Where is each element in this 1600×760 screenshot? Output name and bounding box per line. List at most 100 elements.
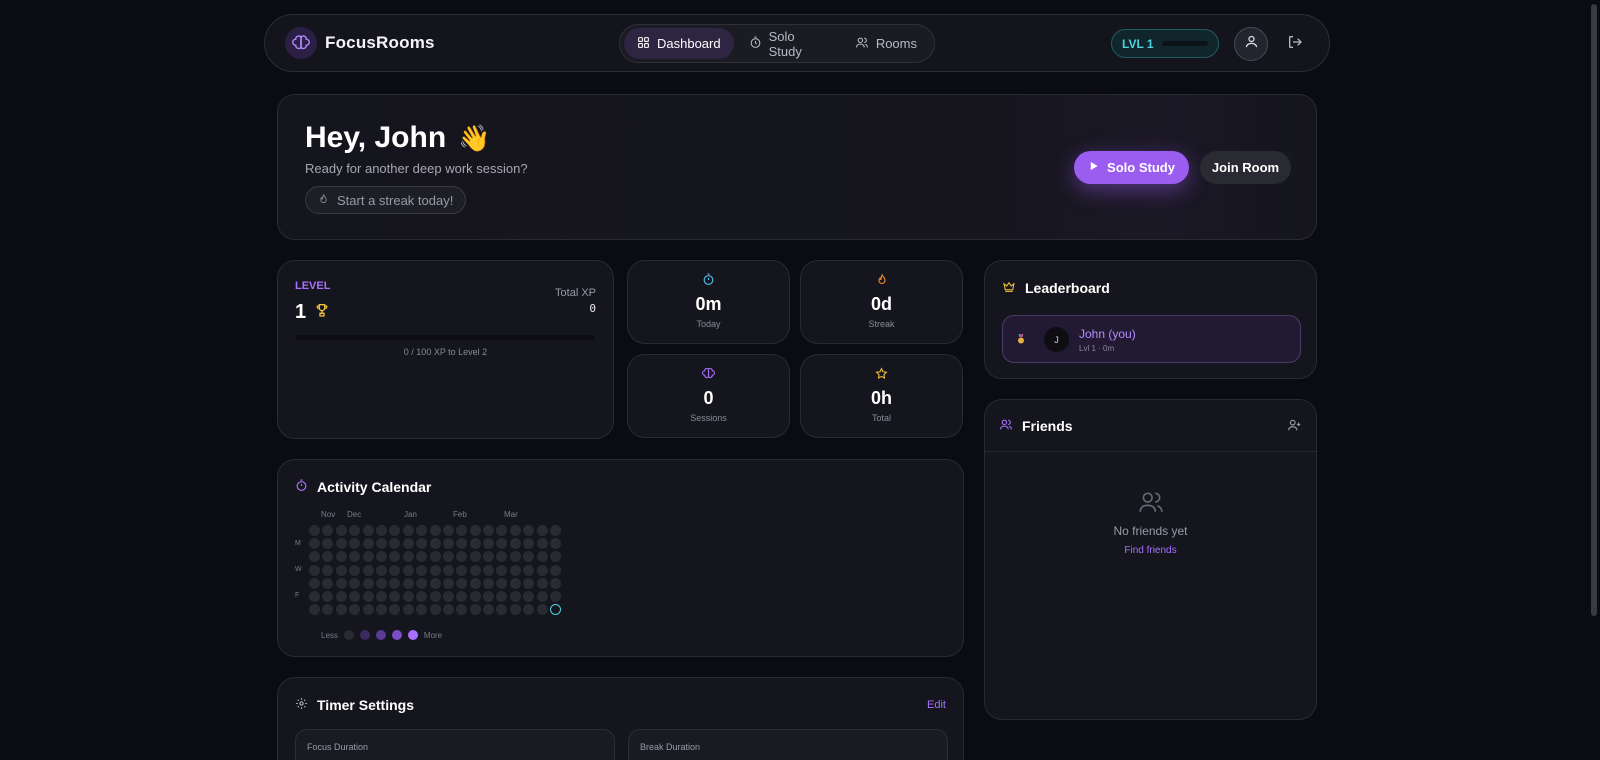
calendar-day-cell[interactable] bbox=[322, 551, 334, 563]
calendar-day-cell[interactable] bbox=[362, 538, 374, 550]
calendar-day-cell[interactable] bbox=[349, 564, 361, 576]
calendar-day-cell[interactable] bbox=[496, 564, 508, 576]
calendar-day-cell[interactable] bbox=[550, 538, 562, 550]
calendar-day-cell[interactable] bbox=[523, 525, 535, 536]
edit-timer-link[interactable]: Edit bbox=[927, 699, 946, 711]
calendar-day-cell[interactable] bbox=[322, 577, 334, 589]
calendar-day-cell[interactable] bbox=[429, 538, 441, 550]
calendar-day-cell[interactable] bbox=[349, 551, 361, 563]
calendar-day-cell[interactable] bbox=[509, 551, 521, 563]
calendar-day-cell[interactable] bbox=[496, 604, 508, 616]
calendar-day-cell[interactable] bbox=[523, 577, 535, 589]
calendar-day-cell[interactable] bbox=[389, 525, 401, 536]
calendar-day-cell[interactable] bbox=[429, 577, 441, 589]
calendar-day-cell[interactable] bbox=[375, 538, 387, 550]
calendar-day-cell[interactable] bbox=[349, 604, 361, 616]
calendar-day-cell[interactable] bbox=[309, 525, 320, 536]
calendar-day-cell[interactable] bbox=[375, 525, 387, 536]
calendar-day-cell[interactable] bbox=[536, 551, 548, 563]
calendar-day-cell[interactable] bbox=[429, 525, 441, 536]
calendar-day-cell[interactable] bbox=[456, 564, 468, 576]
calendar-day-cell[interactable] bbox=[483, 577, 495, 589]
calendar-day-cell[interactable] bbox=[469, 577, 481, 589]
calendar-day-cell[interactable] bbox=[456, 551, 468, 563]
calendar-day-cell[interactable] bbox=[389, 577, 401, 589]
calendar-day-cell[interactable] bbox=[362, 577, 374, 589]
calendar-day-cell[interactable] bbox=[550, 564, 562, 576]
calendar-day-cell[interactable] bbox=[509, 590, 521, 602]
calendar-day-cell[interactable] bbox=[483, 551, 495, 563]
calendar-day-cell[interactable] bbox=[496, 525, 508, 536]
calendar-day-cell[interactable] bbox=[496, 590, 508, 602]
calendar-day-cell[interactable] bbox=[335, 525, 347, 536]
calendar-day-cell[interactable] bbox=[550, 525, 562, 536]
calendar-day-cell[interactable] bbox=[456, 525, 468, 536]
calendar-day-cell[interactable] bbox=[349, 577, 361, 589]
level-badge[interactable]: LVL 1 bbox=[1111, 29, 1219, 58]
calendar-day-cell[interactable] bbox=[523, 564, 535, 576]
calendar-day-cell[interactable] bbox=[389, 604, 401, 616]
tab-dashboard[interactable]: Dashboard bbox=[624, 28, 734, 59]
calendar-day-cell[interactable] bbox=[523, 604, 535, 616]
break-duration-box[interactable]: Break Duration bbox=[628, 729, 948, 760]
calendar-day-cell[interactable] bbox=[536, 538, 548, 550]
tab-rooms[interactable]: Rooms bbox=[842, 28, 930, 59]
calendar-day-cell[interactable] bbox=[456, 577, 468, 589]
calendar-day-cell[interactable] bbox=[429, 564, 441, 576]
calendar-day-cell[interactable] bbox=[309, 577, 320, 589]
calendar-day-cell[interactable] bbox=[442, 551, 454, 563]
calendar-day-cell[interactable] bbox=[402, 590, 414, 602]
calendar-day-cell[interactable] bbox=[416, 564, 428, 576]
calendar-day-cell[interactable] bbox=[536, 577, 548, 589]
calendar-day-cell[interactable] bbox=[509, 538, 521, 550]
calendar-day-cell[interactable] bbox=[309, 564, 320, 576]
calendar-day-cell[interactable] bbox=[349, 525, 361, 536]
calendar-day-cell[interactable] bbox=[335, 551, 347, 563]
calendar-day-cell[interactable] bbox=[429, 551, 441, 563]
calendar-day-cell[interactable] bbox=[349, 590, 361, 602]
solo-study-button[interactable]: Solo Study bbox=[1074, 151, 1189, 184]
calendar-day-cell[interactable] bbox=[536, 590, 548, 602]
focus-duration-box[interactable]: Focus Duration bbox=[295, 729, 615, 760]
calendar-day-cell[interactable] bbox=[362, 564, 374, 576]
calendar-day-cell[interactable] bbox=[362, 590, 374, 602]
calendar-day-cell[interactable] bbox=[416, 604, 428, 616]
calendar-day-cell[interactable] bbox=[442, 604, 454, 616]
calendar-day-cell[interactable] bbox=[509, 604, 521, 616]
calendar-day-cell[interactable] bbox=[550, 590, 562, 602]
calendar-day-cell[interactable] bbox=[483, 604, 495, 616]
calendar-day-cell[interactable] bbox=[389, 538, 401, 550]
calendar-day-cell[interactable] bbox=[483, 564, 495, 576]
calendar-today-cell[interactable] bbox=[550, 604, 562, 616]
calendar-day-cell[interactable] bbox=[402, 551, 414, 563]
calendar-day-cell[interactable] bbox=[469, 551, 481, 563]
calendar-day-cell[interactable] bbox=[389, 564, 401, 576]
profile-button[interactable] bbox=[1234, 27, 1268, 61]
calendar-day-cell[interactable] bbox=[375, 604, 387, 616]
calendar-day-cell[interactable] bbox=[456, 538, 468, 550]
calendar-day-cell[interactable] bbox=[442, 577, 454, 589]
leaderboard-row[interactable]: J John (you) Lvl 1 · 0m bbox=[1002, 315, 1301, 363]
logout-button[interactable] bbox=[1283, 32, 1307, 56]
calendar-day-cell[interactable] bbox=[523, 590, 535, 602]
calendar-day-cell[interactable] bbox=[429, 590, 441, 602]
calendar-day-cell[interactable] bbox=[483, 590, 495, 602]
calendar-day-cell[interactable] bbox=[416, 551, 428, 563]
calendar-day-cell[interactable] bbox=[496, 551, 508, 563]
calendar-day-cell[interactable] bbox=[362, 551, 374, 563]
calendar-day-cell[interactable] bbox=[550, 551, 562, 563]
calendar-day-cell[interactable] bbox=[335, 604, 347, 616]
calendar-day-cell[interactable] bbox=[536, 525, 548, 536]
calendar-day-cell[interactable] bbox=[536, 604, 548, 616]
calendar-day-cell[interactable] bbox=[335, 590, 347, 602]
join-room-button[interactable]: Join Room bbox=[1200, 151, 1291, 184]
calendar-day-cell[interactable] bbox=[335, 577, 347, 589]
calendar-day-cell[interactable] bbox=[322, 525, 334, 536]
calendar-day-cell[interactable] bbox=[375, 564, 387, 576]
calendar-day-cell[interactable] bbox=[456, 604, 468, 616]
calendar-day-cell[interactable] bbox=[509, 525, 521, 536]
calendar-day-cell[interactable] bbox=[483, 538, 495, 550]
calendar-day-cell[interactable] bbox=[509, 564, 521, 576]
find-friends-link[interactable]: Find friends bbox=[985, 545, 1316, 556]
calendar-day-cell[interactable] bbox=[442, 538, 454, 550]
